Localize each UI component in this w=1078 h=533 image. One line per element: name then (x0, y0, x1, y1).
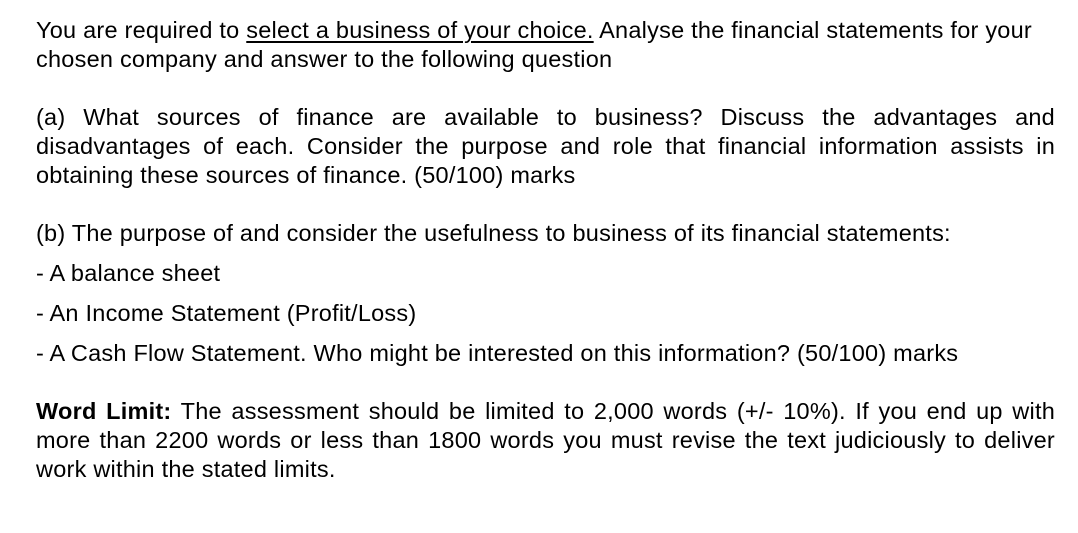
word-limit-paragraph: Word Limit: The assessment should be lim… (36, 397, 1055, 484)
document-page: You are required to select a business of… (0, 0, 1078, 533)
word-limit-body: The assessment should be limited to 2,00… (36, 398, 1056, 482)
intro-paragraph: You are required to select a business of… (36, 16, 1055, 74)
question-b-paragraph: (b) The purpose of and consider the usef… (36, 220, 951, 246)
intro-lead-text: You are required to (36, 17, 247, 43)
word-limit-label: Word Limit: (36, 398, 172, 424)
list-item: - A Cash Flow Statement. Who might be in… (36, 340, 959, 366)
list-item: - A balance sheet (36, 260, 221, 286)
question-a-paragraph: (a) What sources of finance are availabl… (36, 104, 1055, 188)
list-item: - An Income Statement (Profit/Loss) (36, 300, 417, 326)
intro-underlined-phrase: select a business of your choice. (246, 17, 594, 43)
